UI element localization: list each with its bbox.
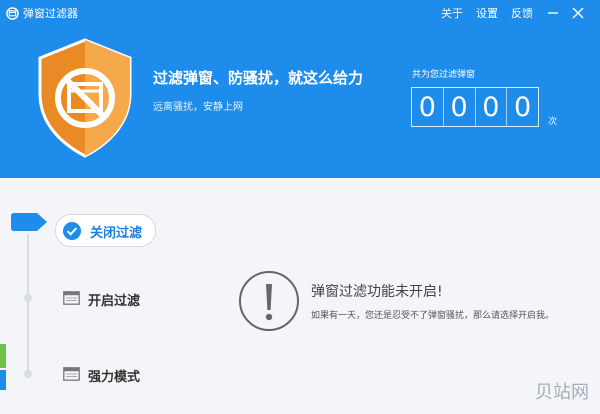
window-icon xyxy=(63,367,80,381)
nav-close-filter-label: 关闭过滤 xyxy=(90,226,143,241)
subline: 远离骚扰，安静上网 xyxy=(153,102,243,113)
headline: 过滤弹窗、防骚扰，就这么给力 xyxy=(153,69,364,87)
timeline-line xyxy=(27,234,29,378)
timeline-dot xyxy=(24,370,32,378)
exclamation-icon xyxy=(239,271,299,331)
nav-strong-mode-label: 强力模式 xyxy=(88,370,141,385)
minimize-icon[interactable] xyxy=(543,3,563,23)
close-icon[interactable] xyxy=(568,3,588,23)
header: 弹窗过滤器 关于 设置 反馈 过滤弹窗、防骚扰，就这么给力 远离骚扰，安静上网 … xyxy=(0,0,600,178)
counter-digit: 0 xyxy=(476,88,508,126)
nav-close-filter[interactable]: 关闭过滤 xyxy=(55,214,156,247)
watermark: 贝站网 xyxy=(535,382,589,403)
checkmark-icon xyxy=(63,222,81,240)
count-label: 共为您过滤弹窗 xyxy=(412,70,476,80)
nav-strong-mode[interactable]: 强力模式 xyxy=(63,364,163,386)
filter-counter: 0 0 0 0 xyxy=(411,87,539,127)
menu-feedback[interactable]: 反馈 xyxy=(511,7,533,21)
shield-block-icon xyxy=(38,38,132,158)
timeline-dot xyxy=(24,294,32,302)
side-strip-green xyxy=(0,344,6,368)
nav-open-filter-label: 开启过滤 xyxy=(88,294,141,309)
timeline-flag-icon xyxy=(11,213,47,231)
app-title: 弹窗过滤器 xyxy=(23,7,78,20)
window-icon xyxy=(63,291,80,305)
count-unit: 次 xyxy=(548,117,558,127)
menu-about[interactable]: 关于 xyxy=(441,7,463,21)
counter-digit: 0 xyxy=(514,91,532,123)
main-panel: 关闭过滤 开启过滤 强力模式 弹窗过滤功能未开启! 如果有一天，您还是忍受不了弹… xyxy=(0,178,600,414)
nav-open-filter[interactable]: 开启过滤 xyxy=(63,288,163,310)
menu-settings[interactable]: 设置 xyxy=(476,7,498,21)
counter-digit: 0 xyxy=(444,88,476,126)
alert-desc: 如果有一天，您还是忍受不了弹窗骚扰，那么请选择开启我。 xyxy=(311,311,555,321)
alert-title: 弹窗过滤功能未开启! xyxy=(311,284,443,300)
counter-digit: 0 xyxy=(412,88,444,126)
app-logo-icon xyxy=(6,7,19,20)
side-strip-blue xyxy=(0,370,6,390)
titlebar: 弹窗过滤器 关于 设置 反馈 xyxy=(0,0,600,28)
app-window: 弹窗过滤器 关于 设置 反馈 过滤弹窗、防骚扰，就这么给力 远离骚扰，安静上网 … xyxy=(0,0,600,414)
